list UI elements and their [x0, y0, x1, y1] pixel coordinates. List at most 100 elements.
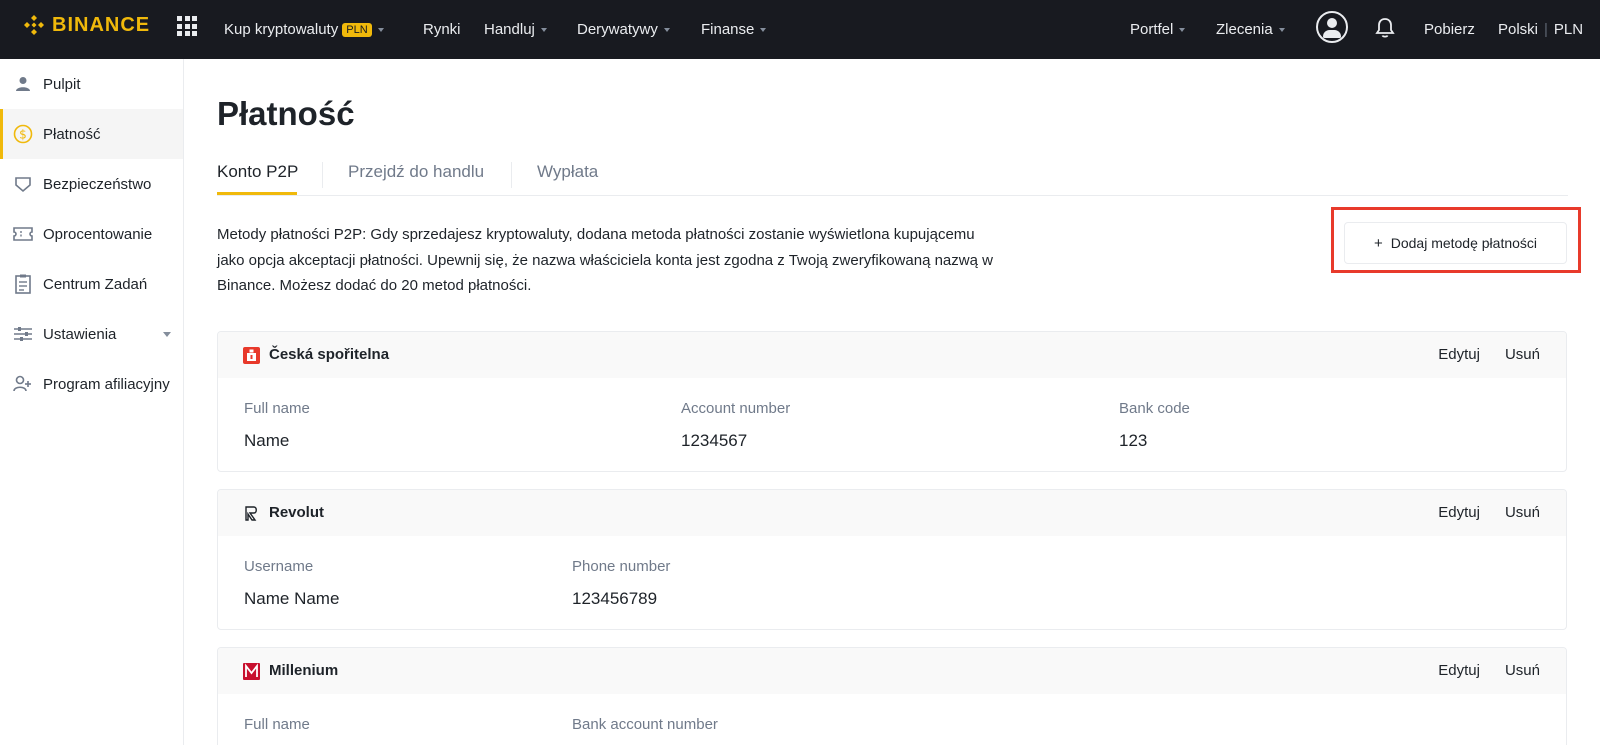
field-value: 123 [1119, 431, 1148, 450]
field-label: Bank account number [572, 716, 718, 733]
sidebar-item-task-center[interactable]: Centrum Zadań [0, 259, 183, 309]
card-header: Millenium Edytuj Usuń [218, 648, 1566, 694]
top-navigation-bar: BINANCE Kup kryptowaluty PLN Rynki Handl… [0, 0, 1600, 59]
svg-text:$: $ [19, 128, 27, 142]
brand-name: BINANCE [52, 13, 151, 36]
field-value: 123456789 [572, 589, 658, 608]
sliders-icon [13, 324, 33, 344]
nav-buy-crypto-label: Kup kryptowaluty [224, 21, 339, 38]
language-currency-selector[interactable]: Polski | PLN [1498, 0, 1583, 59]
task-list-icon [13, 274, 33, 294]
ticket-icon [13, 224, 33, 244]
payment-method-name: Česká spořitelna [269, 346, 390, 363]
sidebar-item-label: Bezpieczeństwo [43, 175, 152, 193]
delete-button[interactable]: Usuń [1505, 504, 1540, 521]
active-tab-indicator [217, 192, 297, 195]
nav-orders-label: Zlecenia [1216, 21, 1273, 38]
nav-markets-label: Rynki [423, 21, 461, 38]
tab-p2p-account[interactable]: Konto P2P [217, 162, 298, 182]
description-line: Metody płatności P2P: Gdy sprzedajesz kr… [217, 226, 975, 243]
payment-method-name: Revolut [269, 504, 325, 521]
language-label: Polski [1498, 21, 1539, 38]
delete-button[interactable]: Usuń [1505, 662, 1540, 679]
edit-button[interactable]: Edytuj [1438, 346, 1480, 363]
field-value: Name Name [244, 589, 340, 608]
nav-download[interactable]: Pobierz [1424, 0, 1475, 59]
sidebar-item-settings[interactable]: Ustawienia [0, 309, 183, 359]
nav-derivatives-label: Derywatywy [577, 21, 658, 38]
nav-markets[interactable]: Rynki [423, 0, 461, 59]
tab-divider [322, 162, 323, 188]
millenium-logo-icon [243, 663, 260, 680]
nav-wallet[interactable]: Portfel [1130, 0, 1186, 59]
chevron-down-icon [540, 27, 547, 32]
plus-icon: + [1373, 234, 1383, 252]
payment-method-card: Česká spořitelna Edytuj Usuń Full name N… [217, 331, 1567, 472]
binance-logo[interactable]: BINANCE [22, 13, 150, 37]
sidebar: Pulpit $ Płatność Bezpieczeństwo Oprocen… [0, 59, 184, 745]
payment-method-name: Millenium [269, 662, 339, 679]
chevron-down-icon [663, 27, 670, 32]
tab-label: Wypłata [537, 162, 599, 181]
chevron-down-icon [1179, 27, 1186, 32]
sidebar-item-label: Centrum Zadań [43, 275, 148, 293]
sidebar-item-label: Płatność [43, 125, 101, 143]
tab-divider [511, 162, 512, 188]
sidebar-item-label: Ustawienia [43, 325, 117, 343]
description-line: jako opcja akceptacji płatności. Upewnij… [217, 251, 993, 269]
add-payment-method-button[interactable]: + Dodaj metodę płatności [1344, 222, 1567, 264]
nav-trade-label: Handluj [484, 21, 535, 38]
chevron-down-icon [377, 27, 384, 32]
edit-button[interactable]: Edytuj [1438, 504, 1480, 521]
nav-finance[interactable]: Finanse [701, 0, 767, 59]
account-avatar-icon[interactable] [1316, 11, 1348, 43]
tab-go-to-trade[interactable]: Przejdź do handlu [348, 162, 484, 182]
nav-wallet-label: Portfel [1130, 21, 1174, 38]
p2p-description: Metody płatności P2P: Gdy sprzedajesz kr… [217, 222, 1007, 299]
currency-label: PLN [1553, 21, 1584, 38]
card-header: Česká spořitelna Edytuj Usuń [218, 332, 1566, 378]
field-label: Bank code [1119, 400, 1190, 417]
ceska-sporitelna-logo-icon [243, 347, 260, 364]
page-title: Płatność [217, 95, 355, 132]
field-value: Name [244, 431, 290, 450]
chevron-down-icon [760, 27, 767, 32]
edit-button[interactable]: Edytuj [1438, 662, 1480, 679]
sidebar-item-payment[interactable]: $ Płatność [0, 109, 183, 159]
field-label: Full name [244, 716, 310, 733]
nav-derivatives[interactable]: Derywatywy [577, 0, 670, 59]
sidebar-item-interest[interactable]: Oprocentowanie [0, 209, 183, 259]
card-header: Revolut Edytuj Usuń [218, 490, 1566, 536]
tab-label: Konto P2P [217, 162, 299, 181]
sidebar-item-security[interactable]: Bezpieczeństwo [0, 159, 183, 209]
nav-trade[interactable]: Handluj [484, 0, 547, 59]
tab-label: Przejdź do handlu [348, 162, 485, 181]
field-label: Full name [244, 400, 310, 417]
user-icon [13, 74, 33, 94]
apps-grid-icon[interactable] [177, 16, 197, 36]
delete-button[interactable]: Usuń [1505, 346, 1540, 363]
description-line: Binance. Możesz dodać do 20 metod płatno… [217, 277, 532, 294]
revolut-logo-icon [245, 506, 257, 521]
sidebar-item-label: Pulpit [43, 75, 81, 93]
field-value: 1234567 [681, 431, 748, 450]
sidebar-item-label: Program afiliacyjny [43, 375, 170, 393]
shield-icon [13, 174, 33, 194]
dollar-icon: $ [13, 124, 33, 144]
binance-diamond-icon [24, 15, 44, 35]
field-label: Account number [681, 400, 791, 417]
divider: | [1544, 21, 1548, 38]
field-label: Phone number [572, 558, 671, 575]
payment-tabs: Konto P2P Przejdź do handlu Wypłata [217, 156, 1568, 196]
add-user-icon [13, 374, 33, 394]
sidebar-item-dashboard[interactable]: Pulpit [0, 59, 183, 109]
nav-orders[interactable]: Zlecenia [1216, 0, 1285, 59]
nav-finance-label: Finanse [701, 21, 755, 38]
tab-withdrawal[interactable]: Wypłata [537, 162, 598, 182]
nav-buy-crypto[interactable]: Kup kryptowaluty PLN [224, 0, 384, 59]
payment-method-card: Millenium Edytuj Usuń Full name Bank acc… [217, 647, 1567, 745]
currency-badge: PLN [342, 22, 372, 37]
nav-download-label: Pobierz [1424, 21, 1475, 38]
sidebar-item-affiliate[interactable]: Program afiliacyjny [0, 359, 183, 409]
bell-icon[interactable] [1375, 17, 1395, 39]
